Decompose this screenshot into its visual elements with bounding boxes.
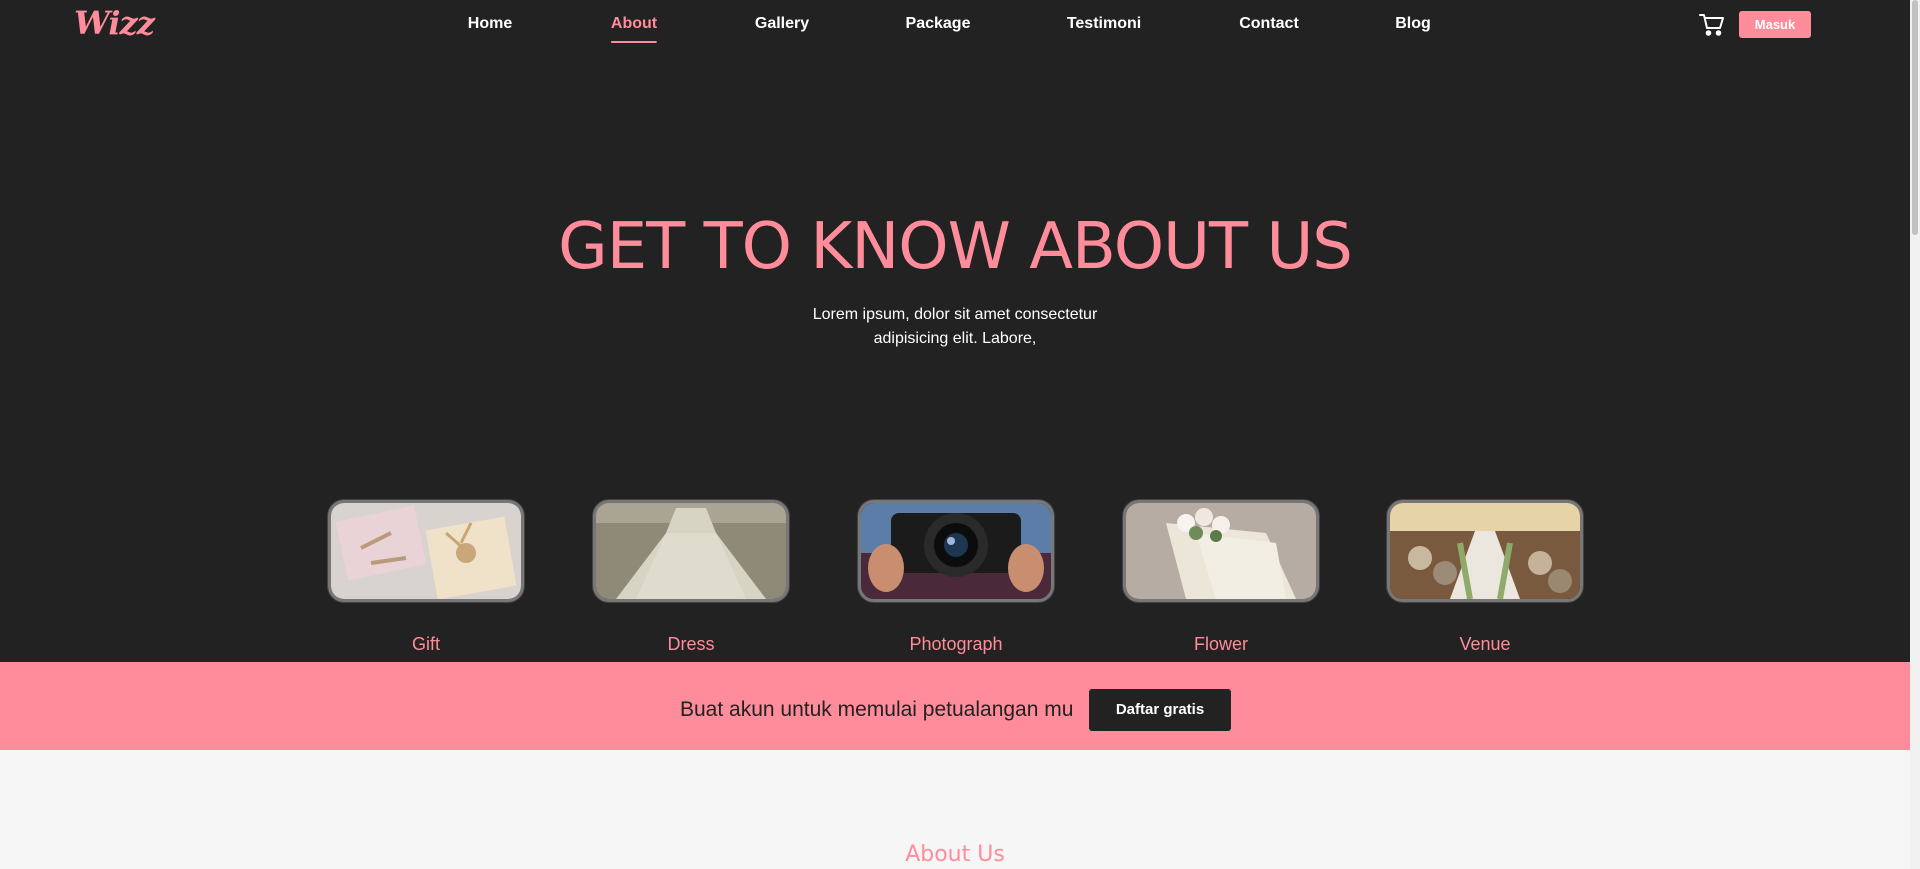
service-label: Flower [1193, 634, 1248, 654]
hero-title: GET TO KNOW ABOUT US [558, 210, 1353, 284]
nav-gallery[interactable]: Gallery [755, 15, 809, 33]
nav-contact[interactable]: Contact [1239, 15, 1299, 33]
hero-subtitle-line1: Lorem ipsum, dolor sit amet consectetur [812, 306, 1098, 323]
camera-image [858, 500, 1054, 602]
about-section: About Us [0, 750, 1910, 869]
nav-home[interactable]: Home [468, 15, 512, 33]
service-label: Gift [411, 634, 440, 654]
nav-blog[interactable]: Blog [1395, 15, 1431, 33]
service-label: Dress [667, 634, 715, 654]
hero-subtitle: Lorem ipsum, dolor sit amet consectetur … [795, 303, 1115, 351]
gift-image [328, 500, 524, 602]
scrollbar-thumb[interactable] [1912, 0, 1918, 235]
nav-about[interactable]: About [610, 15, 658, 43]
cta-text: Buat akun untuk memulai petualangan mu [680, 698, 1074, 721]
service-flower[interactable]: Flower [1123, 500, 1321, 655]
service-label: Photograph [909, 634, 1003, 654]
navbar: Wizz Home About Gallery Package Testimon… [0, 0, 1910, 50]
service-label: Venue [1459, 634, 1511, 654]
cart-icon[interactable] [1699, 13, 1725, 37]
page: Wizz Home About Gallery Package Testimon… [0, 0, 1910, 869]
service-photograph[interactable]: Photograph [858, 500, 1056, 655]
nav-package[interactable]: Package [906, 15, 971, 33]
dress-image [593, 500, 789, 602]
signup-button[interactable]: Daftar gratis [1089, 689, 1231, 731]
scrollbar[interactable] [1910, 0, 1920, 869]
hero-subtitle-line2: adipisicing elit. Labore, [873, 330, 1037, 347]
venue-image [1387, 500, 1583, 602]
nav-links: Home About Gallery Package Testimoni Con… [0, 0, 1910, 50]
login-button[interactable]: Masuk [1739, 11, 1811, 38]
flower-image [1123, 500, 1319, 602]
active-underline [610, 41, 658, 43]
service-dress[interactable]: Dress [593, 500, 791, 655]
service-venue[interactable]: Venue [1387, 500, 1585, 655]
nav-testimoni[interactable]: Testimoni [1067, 15, 1141, 33]
service-gift[interactable]: Gift [328, 500, 526, 655]
about-title: About Us [905, 842, 1005, 867]
cta-banner: Buat akun untuk memulai petualangan mu D… [0, 662, 1910, 750]
nav-about-label: About [610, 15, 658, 32]
